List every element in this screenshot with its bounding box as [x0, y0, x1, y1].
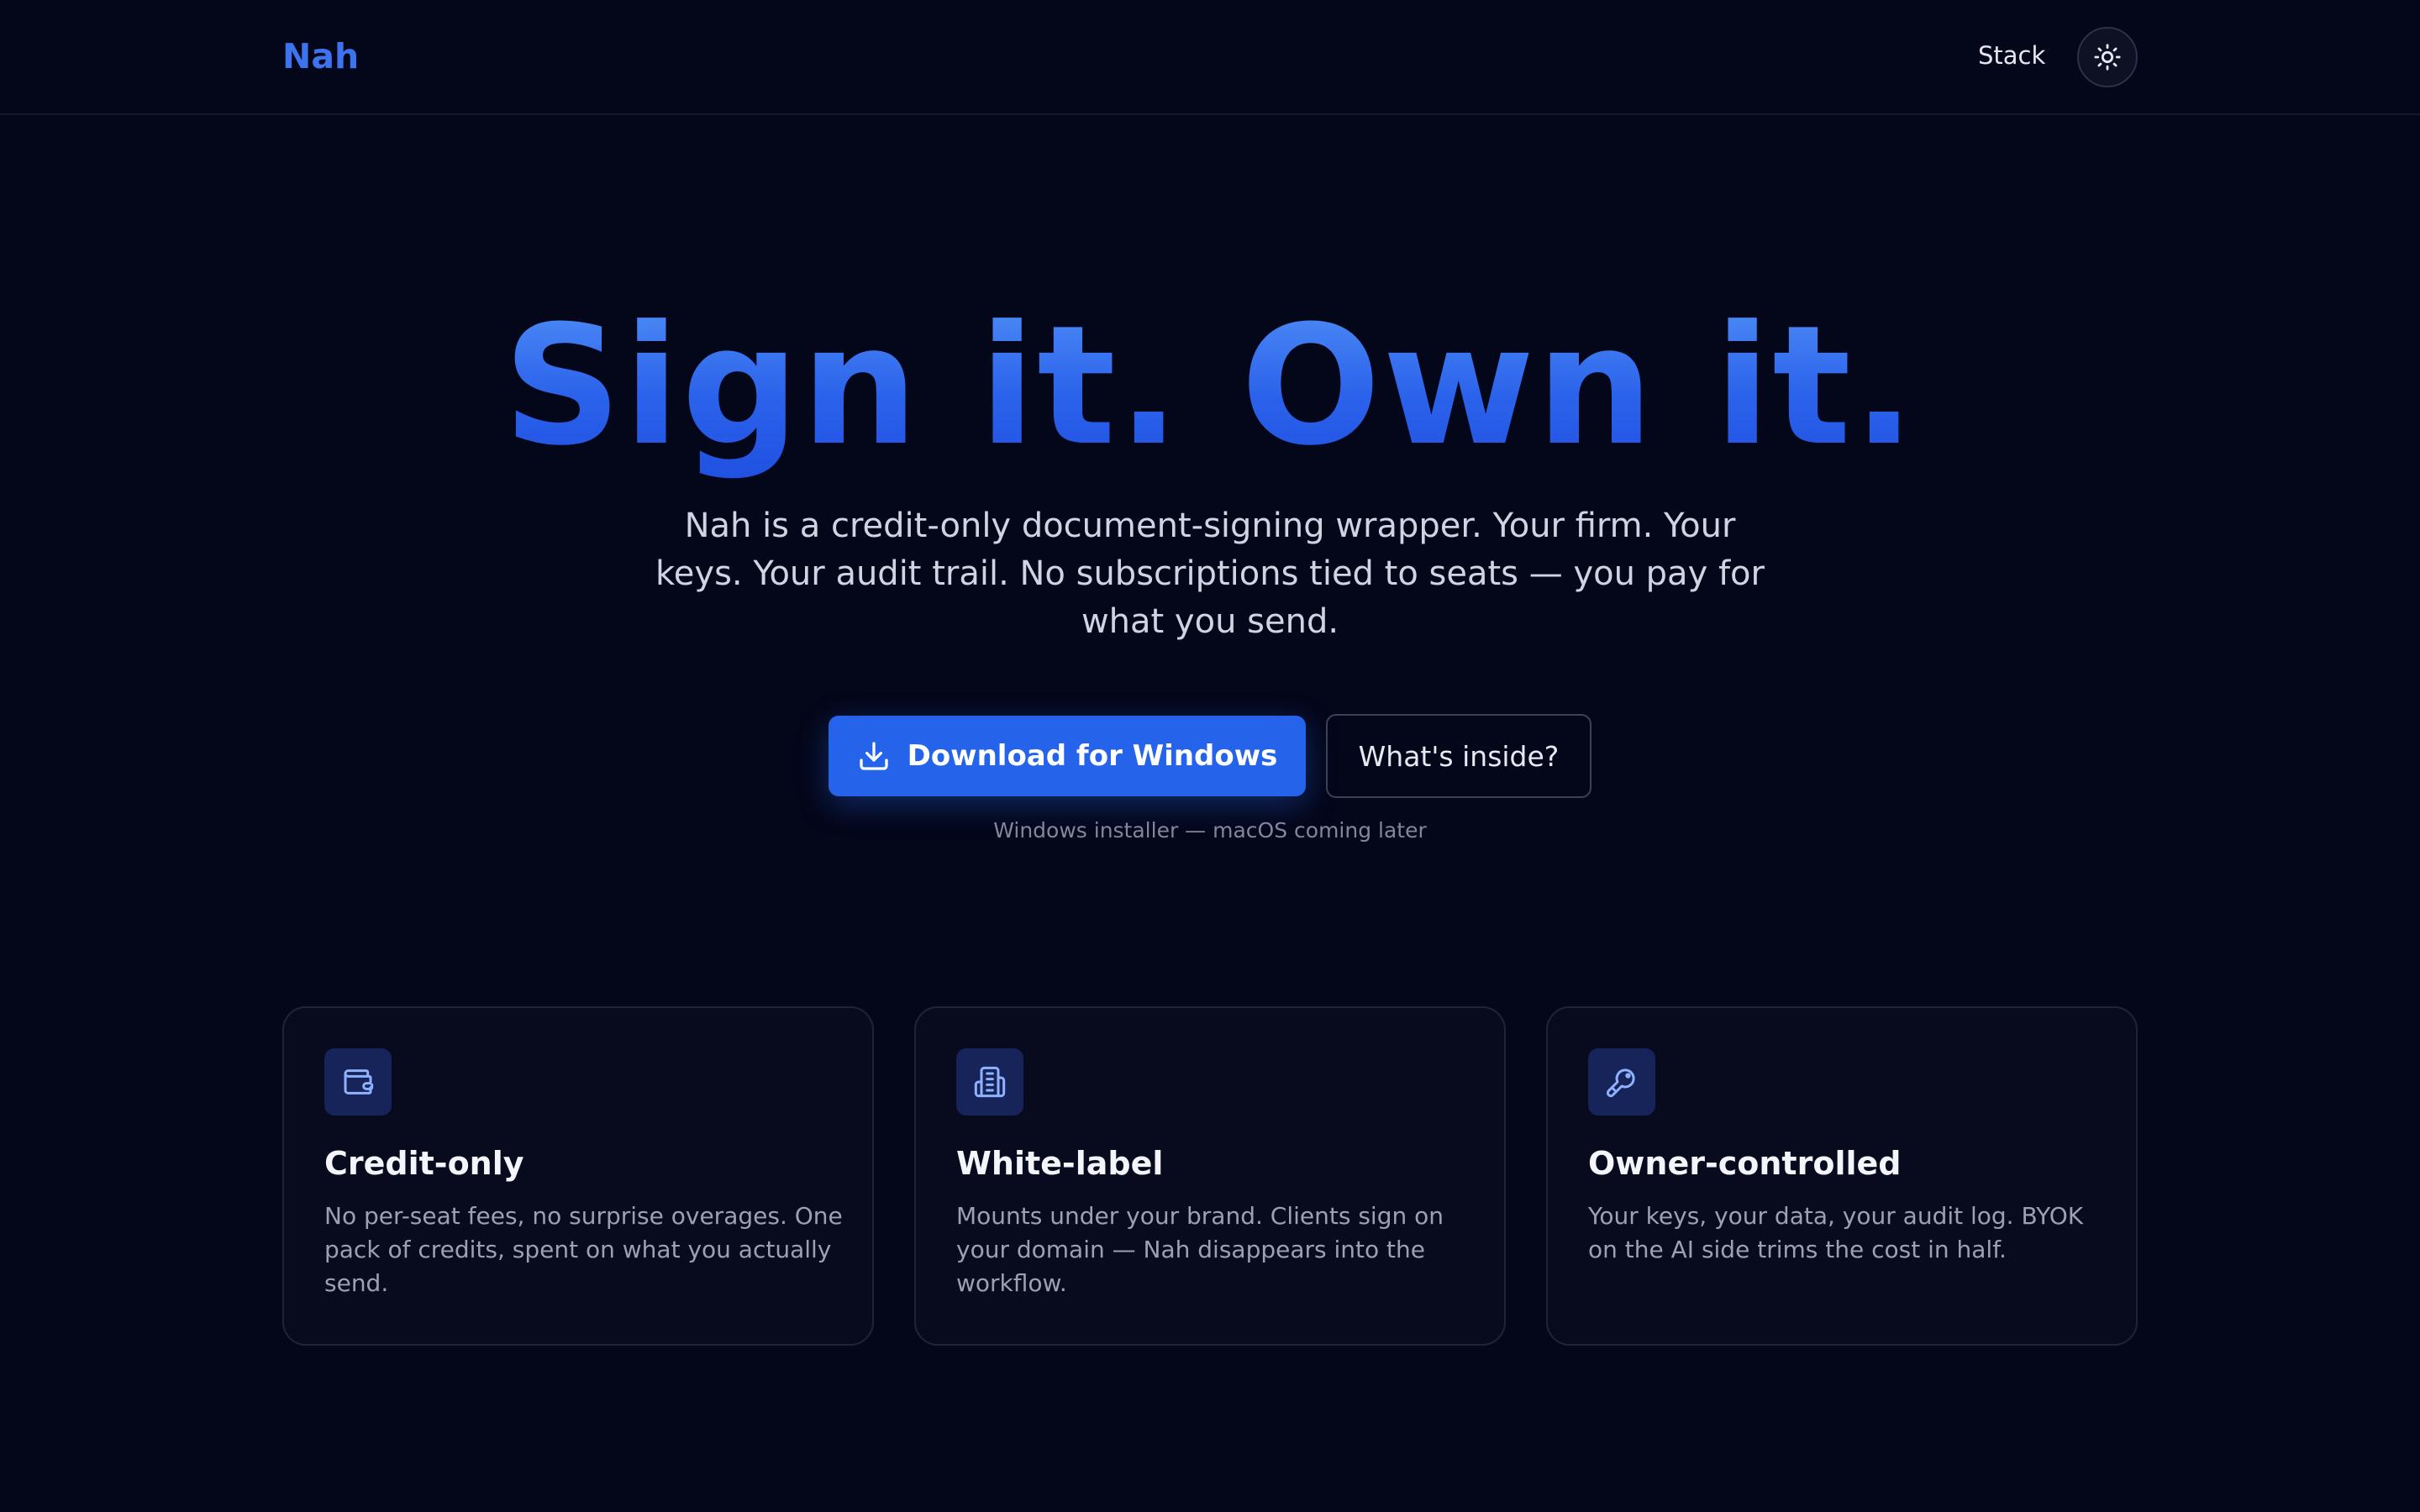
building-icon: [974, 1066, 1006, 1098]
hero-title: Sign it. Own it.: [0, 286, 2420, 487]
key-icon: [1606, 1068, 1635, 1098]
hero-subtitle: Nah is a credit-only document-signing wr…: [655, 507, 1765, 641]
wallet-icon: [344, 1069, 374, 1095]
download-button-label: Download for Windows: [907, 739, 1278, 773]
feature-icon-tile: [956, 1048, 1023, 1116]
feature-icon-tile: [1588, 1048, 1655, 1116]
top-nav: Nah Stack: [0, 0, 2420, 115]
download-icon: [859, 742, 888, 770]
feature-icon-tile: [324, 1048, 392, 1116]
nav-link-stack[interactable]: Stack: [1978, 39, 2045, 72]
installer-note: Windows installer — macOS coming later: [993, 818, 1427, 843]
feature-description: Your keys, your data, your audit log. BY…: [1588, 1202, 2084, 1263]
feature-title: White-label: [956, 1145, 1164, 1182]
feature-title: Credit-only: [324, 1145, 524, 1182]
landing-page: Nah Stack Sign it. Own it. Nah is a cred…: [0, 0, 2420, 1512]
sun-icon: [2094, 44, 2121, 71]
download-windows-button[interactable]: Download for Windows: [829, 716, 1306, 796]
feature-card-owner-controlled: Owner-controlled Your keys, your data, y…: [1546, 1006, 2138, 1346]
logo[interactable]: Nah: [282, 35, 359, 77]
feature-description: Mounts under your brand. Clients sign on…: [956, 1202, 1444, 1297]
feature-title: Owner-controlled: [1588, 1145, 1902, 1182]
theme-toggle-button[interactable]: [2077, 27, 2138, 87]
feature-card-white-label: White-label Mounts under your brand. Cli…: [914, 1006, 1506, 1346]
feature-card-credit-only: Credit-only No per-seat fees, no surpris…: [282, 1006, 874, 1346]
feature-description: No per-seat fees, no surprise overages. …: [324, 1202, 843, 1297]
whats-inside-button[interactable]: What's inside?: [1326, 714, 1591, 798]
